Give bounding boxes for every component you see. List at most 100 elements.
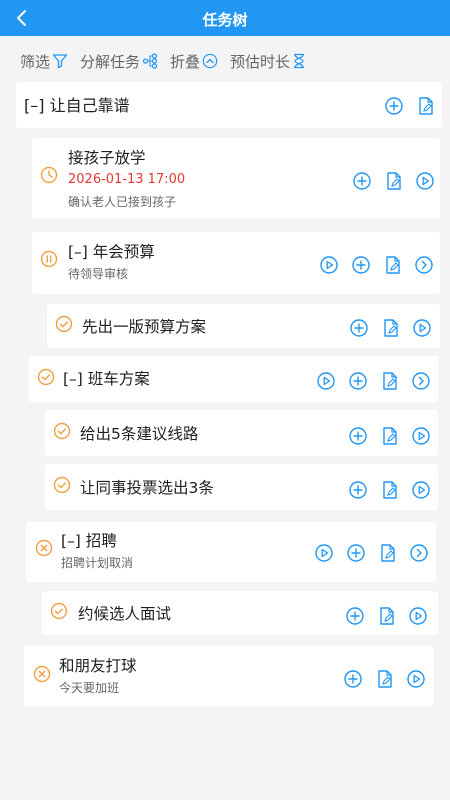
start-button[interactable] bbox=[410, 479, 432, 501]
edit-button[interactable] bbox=[379, 370, 401, 392]
task-card-root[interactable]: [–] 让自己靠谱 bbox=[16, 82, 442, 128]
filter-button[interactable]: 筛选 bbox=[20, 51, 68, 72]
task-name: [–] 班车方案 bbox=[63, 370, 150, 388]
edit-document-icon bbox=[380, 480, 400, 500]
add-subtask-button[interactable] bbox=[347, 425, 369, 447]
start-button[interactable] bbox=[414, 170, 436, 192]
add-subtask-button[interactable] bbox=[351, 170, 373, 192]
edit-document-icon bbox=[380, 371, 400, 391]
task-card[interactable]: 给出5条建议线路 bbox=[45, 410, 438, 456]
play-circle-icon bbox=[319, 255, 339, 275]
plus-circle-icon bbox=[351, 255, 371, 275]
task-card[interactable]: 约候选人面试 bbox=[42, 591, 438, 635]
edit-document-icon bbox=[377, 606, 397, 626]
edit-document-icon bbox=[416, 96, 436, 116]
filter-icon bbox=[52, 54, 68, 69]
filter-label: 筛选 bbox=[20, 52, 51, 71]
plus-circle-icon bbox=[348, 371, 368, 391]
done-status-icon bbox=[50, 602, 68, 620]
edit-button[interactable] bbox=[379, 425, 401, 447]
task-card[interactable]: 先出一版预算方案 bbox=[47, 304, 440, 348]
fold-button[interactable]: 折叠 bbox=[170, 51, 218, 72]
edit-document-icon bbox=[384, 171, 404, 191]
edit-document-icon bbox=[383, 255, 403, 275]
task-card[interactable]: 让同事投票选出3条 bbox=[45, 464, 438, 510]
edit-button[interactable] bbox=[377, 542, 399, 564]
add-subtask-button[interactable] bbox=[350, 254, 372, 276]
edit-button[interactable] bbox=[374, 668, 396, 690]
expand-button[interactable] bbox=[410, 370, 432, 392]
start-button[interactable] bbox=[410, 425, 432, 447]
task-name: [–] 让自己靠谱 bbox=[24, 96, 130, 115]
task-name: [–] 年会预算 bbox=[68, 243, 155, 261]
done-status-icon bbox=[37, 368, 55, 386]
task-name: [–] 招聘 bbox=[61, 532, 117, 550]
edit-button[interactable] bbox=[379, 479, 401, 501]
task-card[interactable]: [–] 招聘 招聘计划取消 bbox=[26, 522, 436, 582]
task-note: 招聘计划取消 bbox=[61, 556, 134, 570]
task-name: 约候选人面试 bbox=[78, 605, 172, 623]
add-subtask-button[interactable] bbox=[347, 370, 369, 392]
add-subtask-button[interactable] bbox=[383, 95, 405, 117]
chevron-right-circle-icon bbox=[409, 543, 429, 563]
edit-button[interactable] bbox=[382, 254, 404, 276]
nav-bar: 任务树 bbox=[0, 0, 450, 36]
play-circle-icon bbox=[314, 543, 334, 563]
add-subtask-button[interactable] bbox=[347, 479, 369, 501]
edit-document-icon bbox=[380, 426, 400, 446]
plus-circle-icon bbox=[349, 318, 369, 338]
play-circle-icon bbox=[411, 426, 431, 446]
paused-status-icon bbox=[40, 250, 58, 268]
done-status-icon bbox=[53, 476, 71, 494]
add-subtask-button[interactable] bbox=[348, 317, 370, 339]
done-status-icon bbox=[55, 315, 73, 333]
plus-circle-icon bbox=[343, 669, 363, 689]
task-card[interactable]: [–] 班车方案 bbox=[29, 356, 438, 402]
edit-document-icon bbox=[381, 318, 401, 338]
task-name: 让同事投票选出3条 bbox=[80, 479, 214, 497]
start-button[interactable] bbox=[407, 605, 429, 627]
page-title: 任务树 bbox=[202, 11, 248, 29]
plus-circle-icon bbox=[345, 606, 365, 626]
task-note: 今天要加班 bbox=[59, 681, 120, 695]
start-button[interactable] bbox=[313, 542, 335, 564]
play-circle-icon bbox=[406, 669, 426, 689]
task-card[interactable]: [–] 年会预算 待领导审核 bbox=[32, 232, 440, 294]
edit-button[interactable] bbox=[380, 317, 402, 339]
start-button[interactable] bbox=[318, 254, 340, 276]
play-circle-icon bbox=[412, 318, 432, 338]
task-name: 先出一版预算方案 bbox=[82, 318, 207, 336]
task-card[interactable]: 接孩子放学 2026-01-13 17:00 确认老人已接到孩子 bbox=[32, 138, 440, 218]
edit-button[interactable] bbox=[383, 170, 405, 192]
tree-icon bbox=[142, 53, 158, 69]
task-note: 待领导审核 bbox=[68, 267, 129, 281]
fold-label: 折叠 bbox=[170, 52, 201, 71]
hourglass-icon bbox=[294, 53, 305, 69]
task-note: 确认老人已接到孩子 bbox=[68, 195, 177, 209]
task-name: 接孩子放学 bbox=[68, 149, 146, 167]
add-subtask-button[interactable] bbox=[342, 668, 364, 690]
expand-button[interactable] bbox=[413, 254, 435, 276]
chevron-right-circle-icon bbox=[414, 255, 434, 275]
add-subtask-button[interactable] bbox=[345, 542, 367, 564]
toolbar: 筛选 分解任务 折叠 预估时长 bbox=[20, 49, 440, 73]
edit-button[interactable] bbox=[376, 605, 398, 627]
start-button[interactable] bbox=[405, 668, 427, 690]
play-circle-icon bbox=[411, 480, 431, 500]
edit-button[interactable] bbox=[415, 95, 437, 117]
decompose-button[interactable]: 分解任务 bbox=[80, 51, 158, 72]
clock-status-icon bbox=[40, 166, 58, 184]
estimate-duration-button[interactable]: 预估时长 bbox=[230, 51, 306, 72]
chevron-right-circle-icon bbox=[411, 371, 431, 391]
add-subtask-button[interactable] bbox=[344, 605, 366, 627]
task-name: 和朋友打球 bbox=[59, 657, 137, 675]
start-button[interactable] bbox=[315, 370, 337, 392]
play-circle-icon bbox=[408, 606, 428, 626]
cancelled-status-icon bbox=[33, 665, 51, 683]
expand-button[interactable] bbox=[408, 542, 430, 564]
task-card[interactable]: 和朋友打球 今天要加班 bbox=[24, 646, 434, 706]
done-status-icon bbox=[53, 422, 71, 440]
plus-circle-icon bbox=[352, 171, 372, 191]
start-button[interactable] bbox=[411, 317, 433, 339]
plus-circle-icon bbox=[346, 543, 366, 563]
